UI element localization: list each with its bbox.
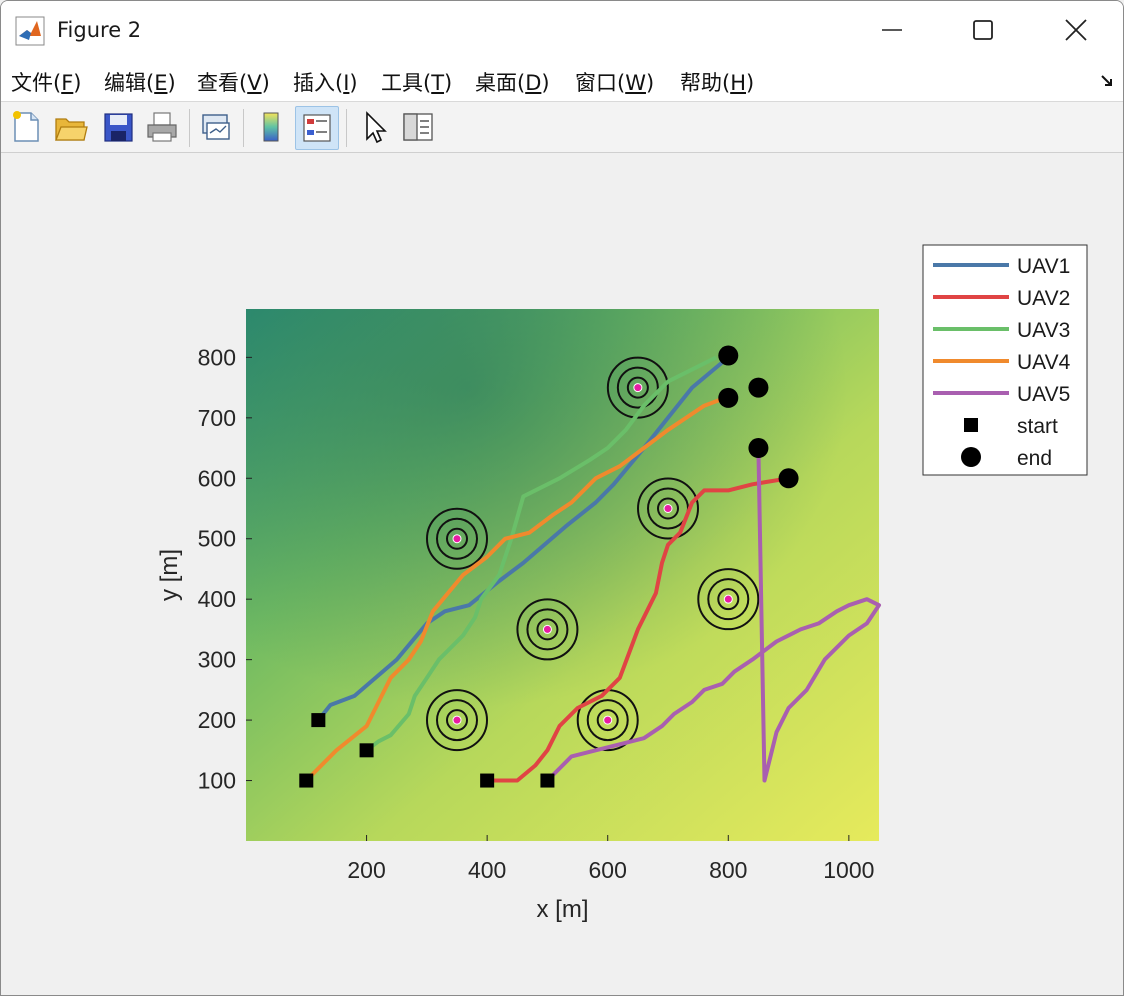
figure-toolbar bbox=[1, 102, 1123, 153]
legend-icon bbox=[303, 114, 331, 142]
maximize-icon[interactable] bbox=[959, 9, 1005, 51]
y-axis-label: y [m] bbox=[156, 549, 183, 601]
menu-item-h[interactable]: 帮助(H) bbox=[680, 67, 754, 97]
threat-center bbox=[452, 534, 462, 544]
start-marker bbox=[359, 743, 374, 758]
link-plot-icon[interactable] bbox=[197, 107, 235, 147]
start-marker bbox=[311, 713, 326, 728]
end-marker bbox=[778, 468, 799, 489]
open-file-icon[interactable] bbox=[51, 107, 89, 147]
window-title: Figure 2 bbox=[57, 18, 142, 42]
x-tick-label: 600 bbox=[589, 857, 627, 883]
menu-item-i[interactable]: 插入(I) bbox=[293, 67, 358, 97]
legend-end-swatch bbox=[961, 447, 981, 467]
legend-label: UAV4 bbox=[1017, 351, 1071, 374]
legend-label: UAV2 bbox=[1017, 287, 1070, 310]
y-tick-label: 700 bbox=[198, 405, 236, 431]
threat-center bbox=[723, 594, 733, 604]
legend-label: start bbox=[1017, 415, 1058, 438]
legend-label: UAV3 bbox=[1017, 319, 1070, 342]
legend-label: UAV5 bbox=[1017, 383, 1070, 406]
threat-center bbox=[603, 715, 613, 725]
menu-item-t[interactable]: 工具(T) bbox=[381, 67, 452, 97]
threat-center bbox=[633, 383, 643, 393]
print-icon[interactable] bbox=[143, 107, 181, 147]
legend-start-swatch bbox=[964, 418, 978, 432]
start-marker bbox=[480, 773, 495, 788]
property-inspector-icon[interactable] bbox=[399, 107, 437, 147]
x-tick-label: 200 bbox=[347, 857, 385, 883]
x-tick-label: 400 bbox=[468, 857, 506, 883]
y-tick-label: 500 bbox=[198, 526, 236, 552]
end-marker bbox=[718, 345, 739, 366]
y-tick-label: 400 bbox=[198, 586, 236, 612]
figure-window: Figure 2 文件(F) 编辑(E) 查看(V) 插入(I) 工具(T) 桌面(D) 窗… bbox=[0, 0, 1124, 996]
y-tick-label: 100 bbox=[198, 768, 236, 794]
end-marker bbox=[748, 377, 769, 398]
matlab-icon bbox=[15, 16, 45, 46]
figure-canvas[interactable]: 200 400 600 800 1000 100 200 300 400 500 600 700 800… bbox=[1, 153, 1123, 995]
end-marker bbox=[718, 387, 739, 408]
terrain-shading bbox=[246, 309, 879, 841]
x-tick-label: 800 bbox=[709, 857, 747, 883]
menu-bar: 文件(F) 编辑(E) 查看(V) 插入(I) 工具(T) 桌面(D) 窗口(W) 帮助(H) bbox=[1, 59, 1123, 102]
y-tick-label: 600 bbox=[198, 465, 236, 491]
menu-item-e[interactable]: 编辑(E) bbox=[104, 67, 176, 97]
new-figure-icon[interactable] bbox=[7, 107, 45, 147]
minimize-icon[interactable] bbox=[869, 9, 915, 51]
x-axis-label: x [m] bbox=[537, 896, 589, 923]
legend-label: UAV1 bbox=[1017, 255, 1070, 278]
trajectory-plot[interactable]: 200 400 600 800 1000 100 200 300 400 500 600 700 800… bbox=[1, 153, 1123, 995]
menu-item-v[interactable]: 查看(V) bbox=[197, 67, 270, 97]
save-icon[interactable] bbox=[99, 107, 137, 147]
menu-item-d[interactable]: 桌面(D) bbox=[475, 67, 550, 97]
end-marker bbox=[748, 438, 769, 459]
legend-label: end bbox=[1017, 447, 1052, 470]
y-tick-label: 200 bbox=[198, 707, 236, 733]
y-tick-label: 300 bbox=[198, 647, 236, 673]
start-marker bbox=[299, 773, 314, 788]
y-tick-label: 800 bbox=[198, 344, 236, 370]
x-tick-label: 1000 bbox=[823, 857, 874, 883]
dock-arrow-icon[interactable] bbox=[1099, 73, 1115, 89]
legend-toggle-button[interactable] bbox=[295, 106, 339, 150]
pointer-icon[interactable] bbox=[355, 107, 393, 147]
menu-item-f[interactable]: 文件(F) bbox=[11, 67, 82, 97]
colorbar-icon[interactable] bbox=[253, 107, 291, 147]
threat-center bbox=[663, 504, 673, 513]
threat-center bbox=[542, 624, 552, 634]
menu-item-w[interactable]: 窗口(W) bbox=[575, 67, 654, 97]
threat-center bbox=[452, 715, 462, 725]
start-marker bbox=[540, 773, 555, 788]
title-bar[interactable]: Figure 2 bbox=[1, 1, 1123, 59]
close-icon[interactable] bbox=[1053, 9, 1099, 51]
